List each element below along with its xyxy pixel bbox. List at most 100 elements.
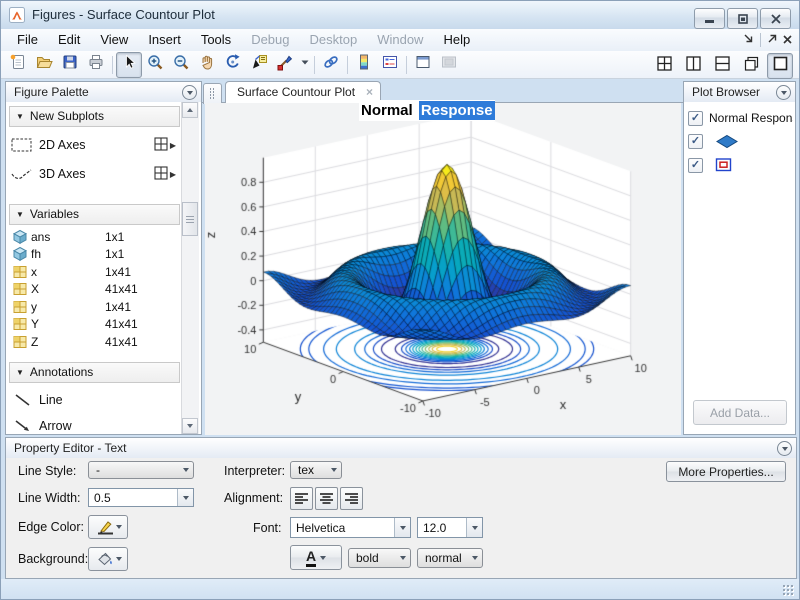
font-angle-combo[interactable]: normal [417, 548, 483, 568]
font-angle-value: normal [418, 551, 468, 565]
undock-icon[interactable] [766, 33, 778, 48]
variable-row-y[interactable]: y1x41 [9, 298, 180, 315]
variable-row-Y[interactable]: Y41x41 [9, 316, 180, 333]
data-cursor-button[interactable] [246, 52, 272, 78]
brush-data-button[interactable] [272, 52, 298, 78]
chevron-down-icon [179, 468, 193, 472]
plot-browser-menu-button[interactable] [776, 85, 791, 100]
section-label: Annotations [30, 365, 93, 379]
plot-canvas[interactable] [205, 103, 681, 435]
interpreter-label: Interpreter: [224, 464, 285, 478]
tab-close-icon[interactable]: × [366, 82, 373, 102]
chevron-right-icon[interactable]: ▶ [170, 141, 176, 150]
open-file-button[interactable] [31, 52, 57, 78]
more-properties-button[interactable]: More Properties... [666, 461, 786, 482]
plot-browser-row[interactable]: ✓ [688, 155, 793, 175]
tile-grid-button[interactable] [651, 53, 677, 79]
menu-item-insert[interactable]: Insert [138, 29, 191, 51]
tab-drag-handle[interactable] [203, 83, 222, 104]
variable-row-Z[interactable]: Z41x41 [9, 333, 180, 350]
visibility-checkbox[interactable]: ✓ [688, 134, 703, 149]
caret-down-button[interactable] [298, 52, 311, 78]
variable-row-ans[interactable]: ans1x1 [9, 228, 180, 245]
add-data-button[interactable]: Add Data... [693, 400, 787, 425]
tab-surface-contour-plot[interactable]: Surface Countour Plot × [225, 81, 381, 103]
scroll-down-button[interactable] [182, 418, 198, 434]
palette-item-2d-axes[interactable]: 2D Axes▶ [9, 132, 180, 158]
property-editor-menu-button[interactable] [777, 441, 792, 456]
menu-item-window[interactable]: Window [367, 29, 433, 51]
visibility-checkbox[interactable]: ✓ [688, 111, 703, 126]
edit-plot-button[interactable] [116, 52, 142, 78]
menu-item-desktop[interactable]: Desktop [300, 29, 368, 51]
menu-item-edit[interactable]: Edit [48, 29, 90, 51]
subplot-grid-icon[interactable] [154, 137, 168, 154]
background-color-button[interactable] [88, 547, 128, 571]
variable-row-x[interactable]: x1x41 [9, 263, 180, 280]
menu-item-view[interactable]: View [90, 29, 138, 51]
subplot-grid-icon[interactable] [154, 166, 168, 183]
plot-title[interactable]: Normal Response [359, 100, 495, 121]
plot-browser-row[interactable]: ✓ [688, 131, 793, 151]
visibility-checkbox[interactable]: ✓ [688, 158, 703, 173]
insert-legend-button[interactable] [377, 52, 403, 78]
maximize-button[interactable] [727, 8, 758, 29]
edit-plot-icon [120, 53, 138, 76]
section-header-new-subplots[interactable]: ▼New Subplots [9, 106, 180, 127]
menu-item-help[interactable]: Help [433, 29, 480, 51]
variable-row-fh[interactable]: fh1x1 [9, 246, 180, 263]
chevron-right-icon[interactable]: ▶ [170, 170, 176, 179]
figure-toolbar [1, 51, 799, 79]
line-style-combo[interactable]: - [88, 461, 194, 479]
tile-horizontal-button[interactable] [709, 53, 735, 79]
menu-item-tools[interactable]: Tools [191, 29, 241, 51]
section-header-annotations[interactable]: ▼Annotations [9, 362, 180, 383]
zoom-in-button[interactable] [142, 52, 168, 78]
font-size-combo[interactable]: 12.0 [417, 517, 483, 538]
print-figure-button[interactable] [83, 52, 109, 78]
rotate-3d-button[interactable] [220, 52, 246, 78]
palette-scrollbar[interactable] [181, 102, 199, 434]
font-family-combo[interactable]: Helvetica [290, 517, 411, 538]
toolbar-separator [406, 56, 407, 74]
close-figure-icon[interactable] [783, 33, 793, 48]
maximize-figure-button[interactable] [767, 53, 793, 79]
edge-color-button[interactable] [88, 515, 128, 539]
minimize-button[interactable] [694, 8, 725, 29]
annotation-item-line[interactable]: Line [9, 388, 180, 412]
chevron-down-icon [466, 518, 482, 537]
line-width-combo[interactable]: 0.5 [88, 488, 194, 507]
title-bar[interactable]: Figures - Surface Countour Plot [1, 1, 799, 30]
section-header-variables[interactable]: ▼Variables [9, 204, 180, 225]
palette-item-3d-axes[interactable]: 3D Axes▶ [9, 161, 180, 187]
align-right-button[interactable] [340, 487, 363, 510]
insert-colorbar-button[interactable] [351, 52, 377, 78]
pan-button[interactable] [194, 52, 220, 78]
link-plot-button[interactable] [318, 52, 344, 78]
hide-plot-tools-button[interactable] [410, 52, 436, 78]
align-center-button[interactable] [315, 487, 338, 510]
menu-item-file[interactable]: File [7, 29, 48, 51]
variable-row-X[interactable]: X41x41 [9, 281, 180, 298]
plot-browser-row[interactable]: ✓Normal Response [688, 108, 793, 128]
align-left-button[interactable] [290, 487, 313, 510]
dock-icon[interactable] [743, 33, 755, 48]
menu-item-debug[interactable]: Debug [241, 29, 299, 51]
plot-title-text[interactable]: Normal [359, 101, 419, 120]
scrollbar-thumb[interactable] [182, 202, 198, 236]
paint-bucket-icon [95, 550, 115, 568]
tile-vertical-button[interactable] [680, 53, 706, 79]
figure-palette-menu-button[interactable] [182, 85, 197, 100]
font-color-button[interactable]: A [290, 545, 342, 570]
cascade-windows-button[interactable] [738, 53, 764, 79]
save-figure-button[interactable] [57, 52, 83, 78]
plot-title-selected-text[interactable]: Response [419, 101, 495, 120]
interpreter-combo[interactable]: tex [290, 461, 342, 479]
scroll-up-button[interactable] [182, 102, 198, 118]
annotation-item-arrow[interactable]: Arrow [9, 414, 180, 434]
new-figure-button[interactable] [5, 52, 31, 78]
resize-grip[interactable] [783, 585, 795, 597]
close-button[interactable] [760, 8, 791, 29]
font-weight-combo[interactable]: bold [348, 548, 411, 568]
zoom-out-button[interactable] [168, 52, 194, 78]
